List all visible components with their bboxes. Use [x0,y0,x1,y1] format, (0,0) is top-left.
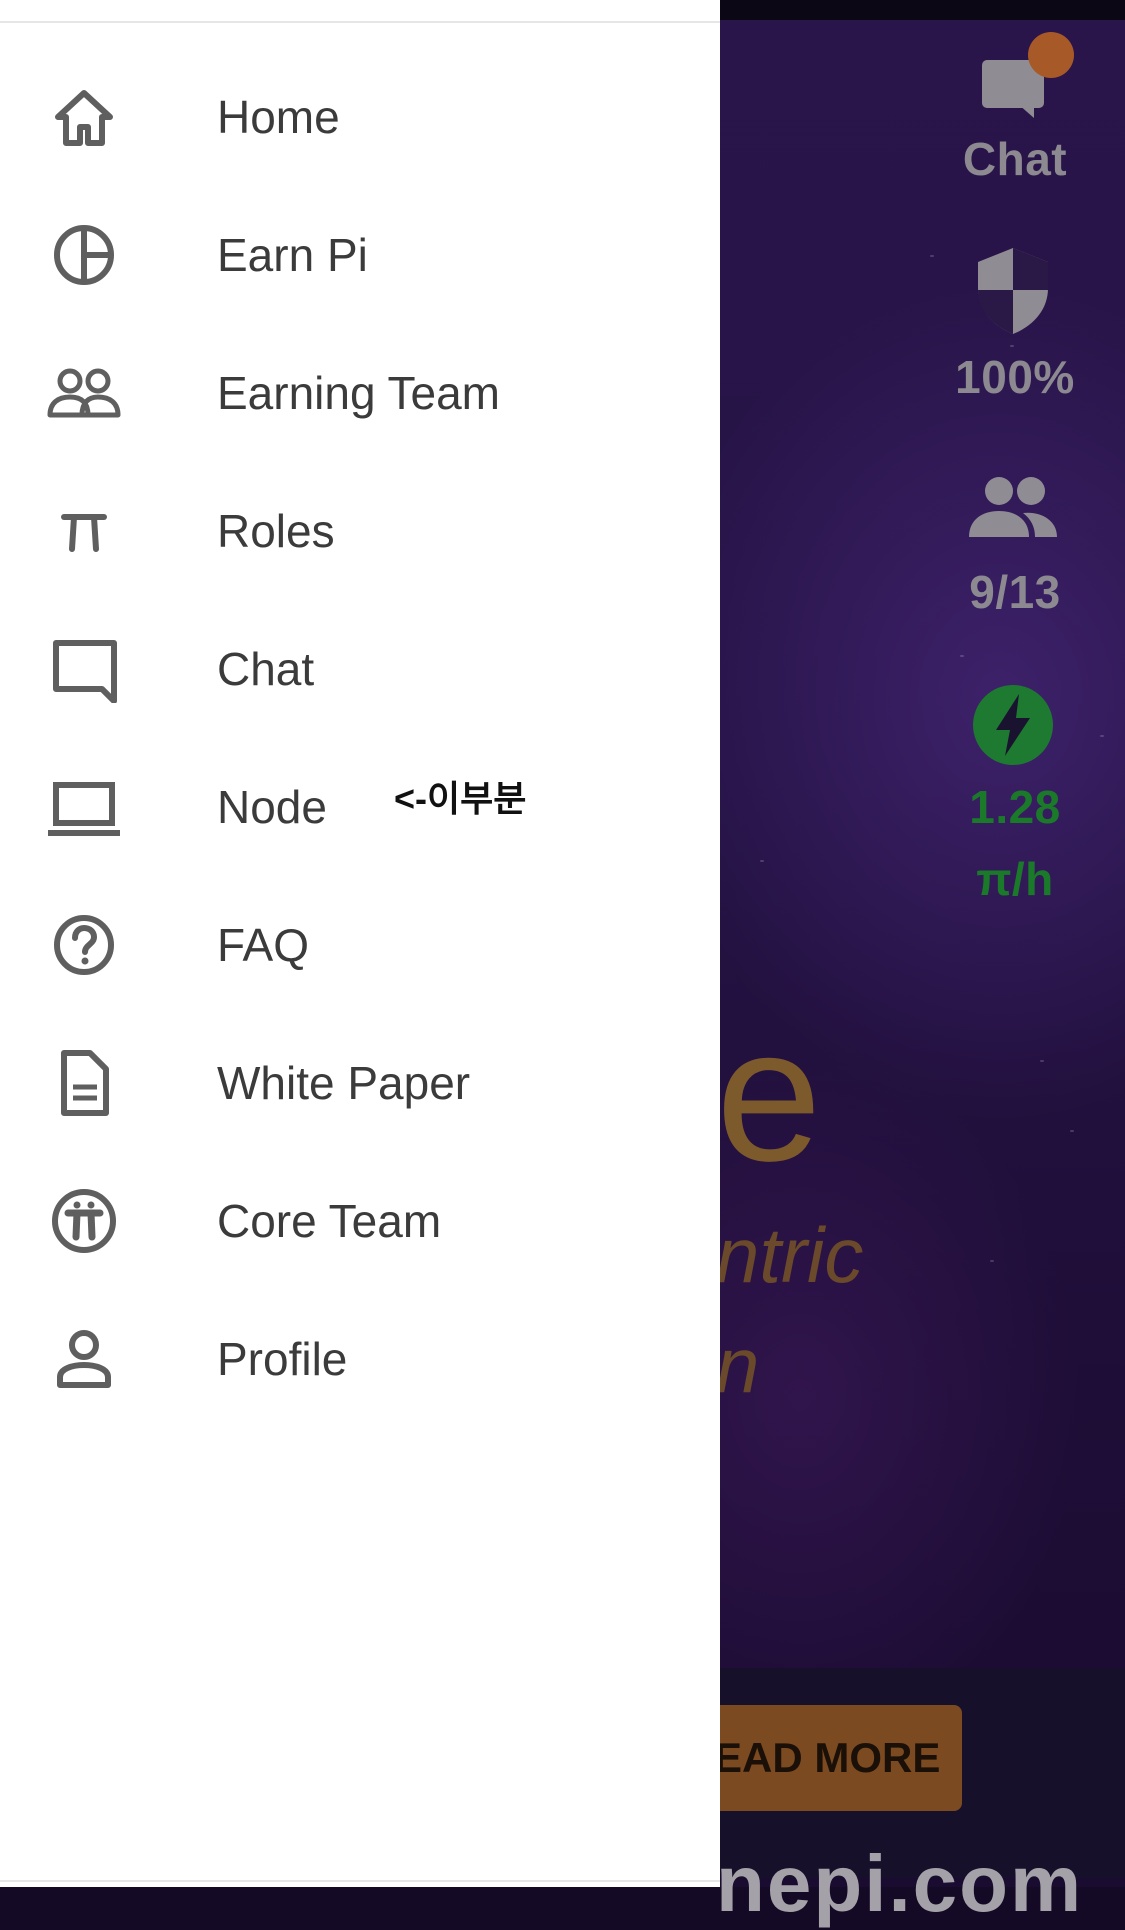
menu-item-faq[interactable]: FAQ [0,885,720,1005]
menu-item-label: White Paper [217,1057,471,1109]
annotation-note: <-이부분 [394,778,527,819]
menu-item-roles[interactable]: Roles [0,471,720,591]
notification-dot [1028,32,1074,78]
team-group-icon [969,477,1057,537]
read-more-button[interactable]: EAD MORE [700,1705,962,1811]
pi-logo-icon [44,1187,124,1255]
menu-item-label: Home [217,91,340,143]
laptop-icon [44,773,124,841]
lightning-icon[interactable] [972,684,1054,766]
mining-rate-value: 1.28 [969,781,1061,833]
profile-icon [44,1325,124,1393]
menu-item-core-team[interactable]: Core Team [0,1161,720,1281]
menu-item-label: Roles [217,505,335,557]
menu-item-label: Node [217,781,327,833]
menu-item-node[interactable]: Node [0,747,720,867]
menu-item-label: Earn Pi [217,229,368,281]
security-stat[interactable]: 100% [920,350,1110,404]
menu-item-chat[interactable]: Chat [0,609,720,729]
star-dot [930,255,934,257]
menu-item-label: Earning Team [217,367,500,419]
pi-icon [44,497,124,565]
menu-item-label: Core Team [217,1195,442,1247]
star-dot [760,860,764,862]
menu-item-profile[interactable]: Profile [0,1299,720,1419]
subtitle-fragment-2: n [716,1321,760,1409]
star-dot [1040,1060,1044,1062]
chat-stat[interactable]: Chat [920,132,1110,186]
menu-item-earning-team[interactable]: Earning Team [0,333,720,453]
menu-item-home[interactable]: Home [0,57,720,177]
mining-rate-stat: 1.28 [920,780,1110,834]
security-value: 100% [955,351,1075,403]
chat-stat-label: Chat [962,133,1068,185]
shield-icon [978,248,1048,334]
document-icon [44,1049,124,1117]
star-dot [1070,1130,1074,1132]
star-dot [990,1260,994,1262]
subtitle-fragment-1: ntric [716,1211,864,1299]
mining-rate-unit: π/h [976,853,1054,905]
drawer-bottom-divider [0,1880,720,1882]
star-dot [960,655,964,657]
headline-fragment: e [716,989,822,1201]
team-value: 9/13 [969,566,1061,618]
help-circle-icon [44,911,124,979]
drawer-top-divider [0,21,720,23]
menu-item-label: Profile [217,1333,348,1385]
url-fragment: nepi.com [716,1839,1084,1928]
star-dot [1010,345,1014,347]
team-stat[interactable]: 9/13 [920,565,1110,619]
chat-icon [44,635,124,703]
menu-item-earn-pi[interactable]: Earn Pi [0,195,720,315]
home-icon [44,83,124,151]
navigation-drawer: Home Earn Pi Earning Team Roles Chat Nod… [0,0,720,1887]
menu-item-label: FAQ [217,919,310,971]
pie-chart-icon [44,221,124,289]
menu-item-label: Chat [217,643,315,695]
mining-rate-unit-wrap: π/h [920,852,1110,906]
team-icon [44,359,124,427]
star-dot [1100,735,1104,737]
chat-bubble-tail [1018,104,1034,118]
menu-item-white-paper[interactable]: White Paper [0,1023,720,1143]
